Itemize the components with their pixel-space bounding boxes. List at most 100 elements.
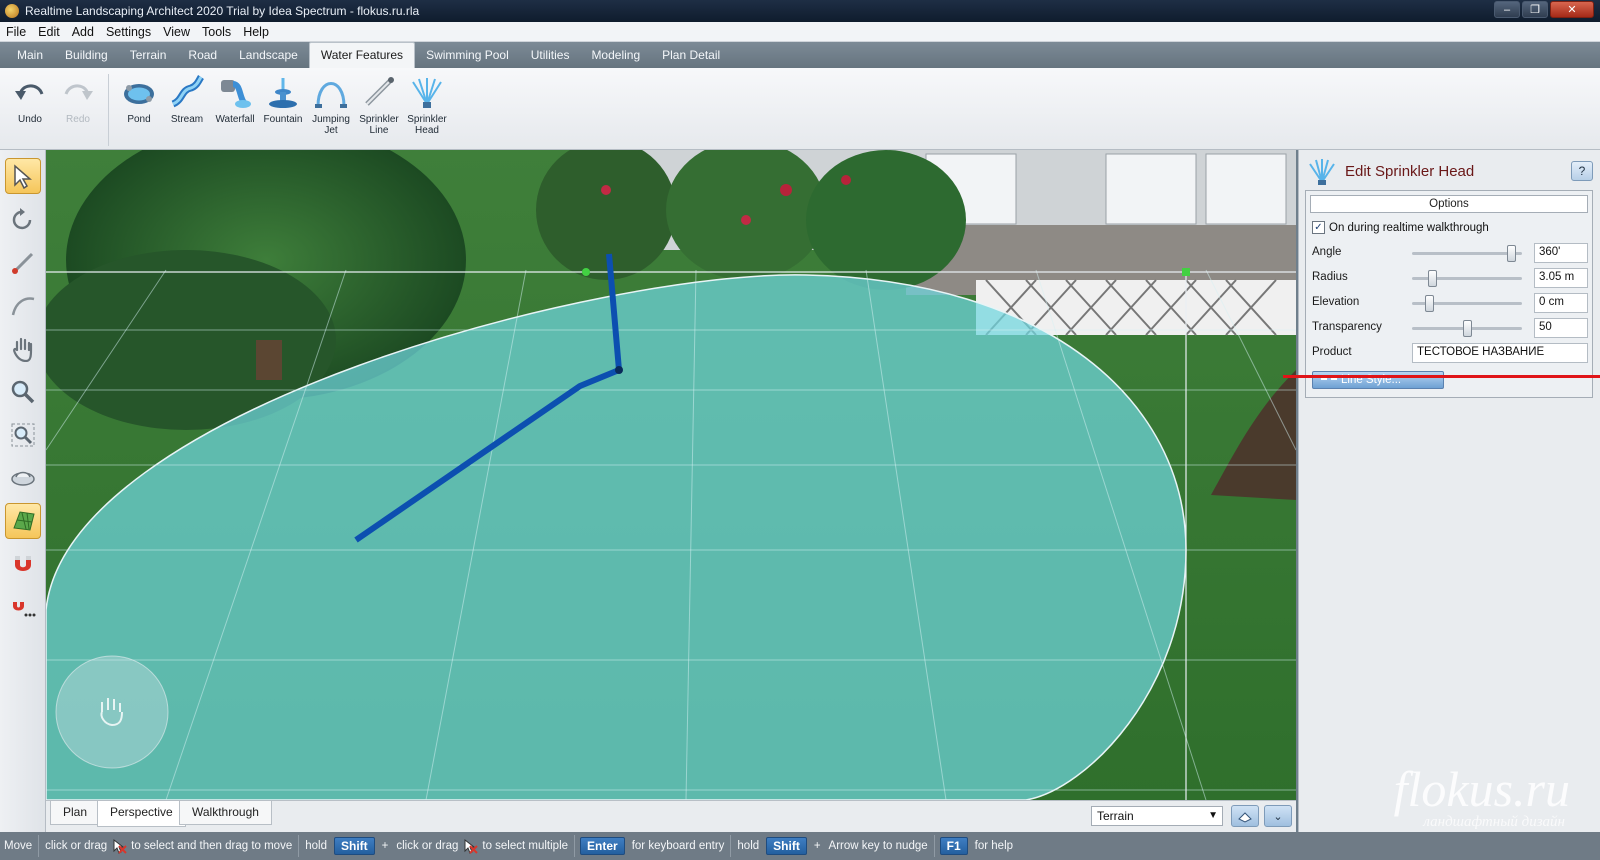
status-text: + bbox=[381, 840, 389, 852]
undo-button[interactable]: Undo bbox=[6, 74, 54, 149]
menu-bar: File Edit Add Settings View Tools Help bbox=[0, 22, 1600, 42]
jumping-jet-button[interactable]: Jumping Jet bbox=[307, 74, 355, 149]
tab-swimming-pool[interactable]: Swimming Pool bbox=[415, 43, 520, 68]
sprinkler-line-button[interactable]: Sprinkler Line bbox=[355, 74, 403, 149]
sprinkler-head-icon bbox=[412, 78, 442, 108]
view-options-button[interactable] bbox=[1231, 805, 1259, 827]
sprinkler-head-button[interactable]: Sprinkler Head bbox=[403, 74, 451, 149]
zoom-region-icon bbox=[11, 423, 35, 447]
options-header[interactable]: Options bbox=[1310, 195, 1588, 213]
maximize-button[interactable]: ❐ bbox=[1522, 1, 1548, 18]
snap-magnet-icon bbox=[15, 556, 31, 571]
angle-slider[interactable] bbox=[1412, 245, 1522, 262]
ribbon-tabs: Main Building Terrain Road Landscape Wat… bbox=[0, 42, 1600, 68]
tab-walkthrough[interactable]: Walkthrough bbox=[179, 801, 272, 825]
menu-settings[interactable]: Settings bbox=[100, 25, 157, 39]
transparency-slider-thumb[interactable] bbox=[1463, 320, 1472, 337]
measure-icon bbox=[12, 252, 34, 274]
grid-tool-button[interactable] bbox=[5, 503, 41, 539]
scene-render[interactable] bbox=[46, 150, 1296, 800]
options-group: Options ✓ On during realtime walkthrough… bbox=[1305, 190, 1593, 398]
menu-edit[interactable]: Edit bbox=[32, 25, 66, 39]
angle-input[interactable]: 360' bbox=[1534, 243, 1588, 263]
waterfall-button[interactable]: Waterfall bbox=[211, 74, 259, 149]
tab-plan-detail[interactable]: Plan Detail bbox=[651, 43, 731, 68]
redo-button[interactable]: Redo bbox=[54, 74, 102, 149]
product-row: Product ТЕСТОВОЕ НАЗВАНИЕ bbox=[1312, 343, 1588, 363]
tab-road[interactable]: Road bbox=[177, 43, 228, 68]
ribbon-toolbar: Undo Redo Pond Stream Waterfall Fountain… bbox=[0, 68, 1600, 150]
snap-options-icon bbox=[13, 602, 36, 617]
product-input[interactable]: ТЕСТОВОЕ НАЗВАНИЕ bbox=[1412, 343, 1588, 363]
stream-button[interactable]: Stream bbox=[163, 74, 211, 149]
elevation-slider-thumb[interactable] bbox=[1424, 295, 1434, 312]
tab-utilities[interactable]: Utilities bbox=[520, 43, 581, 68]
menu-tools[interactable]: Tools bbox=[196, 25, 237, 39]
layer-select[interactable]: Terrain ▼ bbox=[1091, 806, 1223, 826]
elevation-slider[interactable] bbox=[1412, 295, 1522, 312]
status-text: to select and then drag to move bbox=[131, 840, 293, 852]
tab-perspective[interactable]: Perspective bbox=[97, 801, 186, 827]
panel-title: Edit Sprinkler Head bbox=[1345, 162, 1475, 180]
undo-icon bbox=[15, 84, 44, 100]
tab-plan[interactable]: Plan bbox=[50, 801, 101, 825]
help-button[interactable]: ? bbox=[1571, 161, 1593, 181]
edit-sprinkler-panel: Edit Sprinkler Head ? Options ✓ On durin… bbox=[1298, 150, 1600, 832]
walkthrough-label: On during realtime walkthrough bbox=[1329, 221, 1489, 234]
status-text: click or drag bbox=[45, 840, 108, 852]
tab-main[interactable]: Main bbox=[6, 43, 54, 68]
status-divider bbox=[298, 835, 300, 857]
stream-icon bbox=[171, 75, 204, 108]
transparency-slider[interactable] bbox=[1412, 320, 1522, 337]
status-divider bbox=[38, 835, 40, 857]
close-button[interactable]: ✕ bbox=[1550, 1, 1594, 18]
radius-slider-thumb[interactable] bbox=[1427, 270, 1437, 287]
sprinkler-head-marker[interactable] bbox=[615, 366, 623, 374]
perspective-viewport[interactable] bbox=[46, 150, 1296, 800]
shift-key-badge: Shift bbox=[766, 837, 807, 855]
walkthrough-option[interactable]: ✓ On during realtime walkthrough bbox=[1312, 221, 1489, 234]
resize-handle[interactable] bbox=[1182, 268, 1190, 276]
rotate-tool-button[interactable] bbox=[5, 202, 41, 238]
status-text: hold bbox=[737, 840, 760, 852]
watermark: flokus.ru ландшафтный дизайн bbox=[1270, 760, 1590, 840]
waterfall-icon bbox=[221, 80, 251, 108]
layers-icon bbox=[1238, 812, 1252, 823]
tab-building[interactable]: Building bbox=[54, 43, 119, 68]
navigation-widget[interactable] bbox=[55, 655, 169, 769]
select-tool-button[interactable] bbox=[5, 158, 41, 194]
tab-landscape[interactable]: Landscape bbox=[228, 43, 309, 68]
flower-shrubs bbox=[536, 150, 966, 290]
jumping-jet-icon bbox=[315, 82, 347, 108]
radius-input[interactable]: 3.05 m bbox=[1534, 268, 1588, 288]
status-text: hold bbox=[305, 840, 327, 852]
minimize-button[interactable]: – bbox=[1494, 1, 1520, 18]
tab-terrain[interactable]: Terrain bbox=[119, 43, 178, 68]
measure-tool-button[interactable] bbox=[5, 245, 41, 281]
transparency-input[interactable]: 50 bbox=[1534, 318, 1588, 338]
menu-add[interactable]: Add bbox=[66, 25, 100, 39]
snap-tool-button[interactable] bbox=[5, 546, 41, 582]
radius-slider[interactable] bbox=[1412, 270, 1522, 287]
angle-slider-thumb[interactable] bbox=[1507, 245, 1516, 262]
elevation-input[interactable]: 0 cm bbox=[1534, 293, 1588, 313]
arc-tool-button[interactable] bbox=[5, 288, 41, 324]
watermark-subtitle: ландшафтный дизайн bbox=[1423, 814, 1565, 830]
zoom-region-tool-button[interactable] bbox=[5, 417, 41, 453]
control-point[interactable] bbox=[582, 268, 590, 276]
line-style-button[interactable]: Line Style... bbox=[1312, 371, 1444, 389]
menu-view[interactable]: View bbox=[157, 25, 196, 39]
orbit-tool-button[interactable] bbox=[5, 460, 41, 496]
walkthrough-checkbox[interactable]: ✓ bbox=[1312, 221, 1325, 234]
menu-file[interactable]: File bbox=[0, 25, 32, 39]
tab-modeling[interactable]: Modeling bbox=[580, 43, 651, 68]
tab-water-features[interactable]: Water Features bbox=[308, 42, 416, 68]
menu-help[interactable]: Help bbox=[237, 25, 275, 39]
fountain-button[interactable]: Fountain bbox=[259, 74, 307, 149]
status-text: Arrow key to nudge bbox=[828, 840, 928, 852]
snap-options-button[interactable] bbox=[5, 589, 41, 625]
pond-button[interactable]: Pond bbox=[115, 74, 163, 149]
redo-icon bbox=[64, 84, 93, 100]
pan-tool-button[interactable] bbox=[5, 331, 41, 367]
zoom-tool-button[interactable] bbox=[5, 374, 41, 410]
